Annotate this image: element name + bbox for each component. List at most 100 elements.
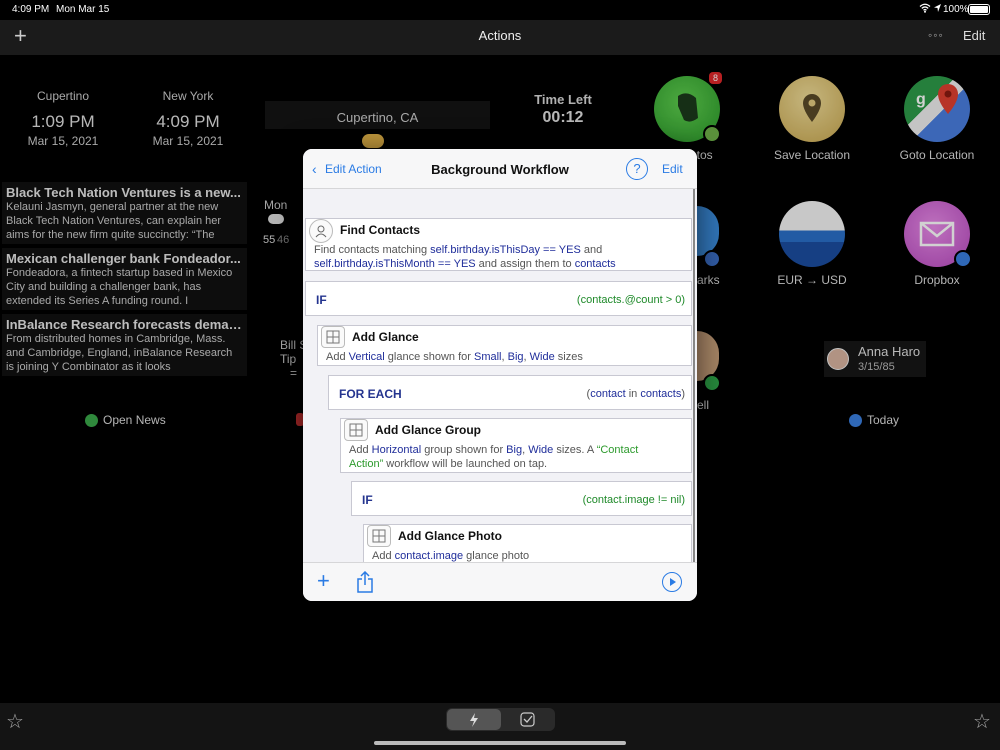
block-title: Add Glance Photo xyxy=(398,529,503,543)
battery-icon xyxy=(968,4,990,15)
sun-icon xyxy=(362,134,384,148)
app-label: ell xyxy=(697,398,710,412)
block-title: Add Glance xyxy=(352,330,419,344)
option-token[interactable]: Big xyxy=(508,351,524,363)
block-title: Find Contacts xyxy=(340,223,420,237)
variable-token: contact xyxy=(590,388,626,400)
contact-photo-icon[interactable] xyxy=(697,331,719,381)
home-indicator xyxy=(374,741,626,745)
dropbox-badge-icon xyxy=(954,250,972,268)
status-bar: 4:09 PM Mon Mar 15 100% xyxy=(0,0,1000,20)
contact-widget[interactable]: Anna Haro 3/15/85 xyxy=(824,341,926,377)
tasks-segment[interactable] xyxy=(501,709,555,730)
if-condition[interactable]: (contacts.@count > 0) xyxy=(577,294,685,306)
news-headline: InBalance Research forecasts deman... xyxy=(6,317,243,332)
currency-converter-icon[interactable] xyxy=(779,201,845,267)
segmented-control xyxy=(446,708,555,731)
option-token[interactable]: Wide xyxy=(530,351,555,363)
help-icon[interactable]: ? xyxy=(626,158,648,180)
variable-token: contacts xyxy=(640,388,682,400)
for-each-keyword: FOR EACH xyxy=(339,387,402,401)
contact-name: Anna Haro xyxy=(858,344,921,359)
clock-time: 4:09 PM xyxy=(156,112,220,131)
if-keyword: IF xyxy=(362,493,373,507)
desc-text: workflow will be launched on tap. xyxy=(383,458,548,470)
variable-token[interactable]: contacts xyxy=(575,258,616,270)
glance-group-icon xyxy=(344,419,368,441)
page-title: Actions xyxy=(478,28,522,43)
string-token[interactable]: “Contact xyxy=(597,444,639,456)
desc-text: Find contacts matching xyxy=(314,244,431,256)
save-location-icon[interactable] xyxy=(779,76,845,142)
option-token[interactable]: Vertical xyxy=(349,351,385,363)
edit-button[interactable]: Edit xyxy=(963,28,985,43)
contact-date: 3/15/85 xyxy=(858,361,895,373)
glance-grid-icon xyxy=(321,326,345,348)
today-button[interactable]: Today xyxy=(849,413,899,427)
google-maps-icon[interactable]: g xyxy=(904,76,970,142)
add-action-icon[interactable]: + xyxy=(317,570,330,592)
if-block[interactable]: IF (contacts.@count > 0) xyxy=(305,281,692,316)
clock-widget-newyork[interactable]: New York 4:09 PM Mar 15, 2021 xyxy=(133,89,243,148)
open-news-button[interactable]: Open News xyxy=(85,413,166,427)
for-each-block[interactable]: FOR EACH (contact in contacts) xyxy=(328,375,692,410)
app-label: EUR → USD xyxy=(777,273,847,287)
news-item[interactable]: Mexican challenger bank Fondeador... Fon… xyxy=(2,248,247,310)
if-keyword: IF xyxy=(316,293,327,307)
desc-text: sizes xyxy=(554,351,583,363)
if-block[interactable]: IF (contact.image != nil) xyxy=(351,481,692,516)
option-token[interactable]: Horizontal xyxy=(372,444,422,456)
svg-text:g: g xyxy=(916,91,926,108)
workflow-modal: ‹ Edit Action Background Workflow ? Edit… xyxy=(303,149,697,601)
wifi-icon xyxy=(919,3,931,16)
for-each-condition[interactable]: (contact in contacts) xyxy=(587,388,685,400)
browser-badge-icon xyxy=(703,250,721,268)
variable-token[interactable]: contact.image xyxy=(395,550,463,562)
predicate-token[interactable]: self.birthday.isThisMonth == YES xyxy=(314,258,476,270)
clock-date: Mar 15, 2021 xyxy=(27,134,99,148)
more-icon[interactable]: ◦◦◦ xyxy=(928,28,944,42)
today-label: Today xyxy=(867,413,900,427)
add-glance-photo-block[interactable]: Add Glance Photo Add contact.image glanc… xyxy=(363,524,692,562)
add-glance-block[interactable]: Add Glance Add Vertical glance shown for… xyxy=(317,325,692,366)
desc-text: Add xyxy=(372,550,395,562)
timer-widget[interactable]: Time Left 00:12 xyxy=(520,92,606,127)
block-description: Add Vertical glance shown for Small, Big… xyxy=(326,350,686,364)
open-news-label: Open News xyxy=(103,413,166,427)
play-icon[interactable] xyxy=(662,572,682,592)
weather-location: Cupertino, CA xyxy=(336,110,419,125)
star-icon[interactable]: ☆ xyxy=(6,709,24,734)
scrollbar[interactable] xyxy=(693,189,695,562)
modal-edit-button[interactable]: Edit xyxy=(662,162,683,176)
desc-text: sizes. A xyxy=(553,444,597,456)
star-icon[interactable]: ☆ xyxy=(973,709,991,734)
battery-percent: 100% xyxy=(943,4,969,15)
timer-value: 00:12 xyxy=(542,109,584,126)
news-body: Kelauni Jasmyn, general partner at the n… xyxy=(6,201,222,241)
modal-header: ‹ Edit Action Background Workflow ? Edit xyxy=(303,149,697,189)
desc-text: group shown for xyxy=(421,444,507,456)
string-token[interactable]: Action” xyxy=(349,458,383,470)
option-token[interactable]: Big xyxy=(506,444,522,456)
timer-label: Time Left xyxy=(534,92,592,107)
weather-low: 46 xyxy=(277,234,290,246)
clock-widget-cupertino[interactable]: Cupertino 1:09 PM Mar 15, 2021 xyxy=(8,89,118,148)
desc-text: and assign them to xyxy=(475,258,575,270)
option-token[interactable]: Wide xyxy=(528,444,553,456)
news-item[interactable]: Black Tech Nation Ventures is a new... K… xyxy=(2,182,247,244)
actions-segment[interactable] xyxy=(447,709,501,730)
add-glance-group-block[interactable]: Add Glance Group Add Horizontal group sh… xyxy=(340,418,692,473)
avatar xyxy=(827,348,849,370)
today-icon xyxy=(849,413,862,427)
nav-bar: + Actions ◦◦◦ Edit xyxy=(0,20,1000,55)
predicate-token[interactable]: self.birthday.isThisDay == YES xyxy=(430,244,581,256)
glance-photo-icon xyxy=(367,525,391,547)
option-token[interactable]: Small xyxy=(474,351,502,363)
if-condition[interactable]: (contact.image != nil) xyxy=(583,494,685,506)
share-icon[interactable] xyxy=(356,570,374,598)
weather-widget[interactable]: Cupertino, CA xyxy=(265,101,490,129)
news-item[interactable]: InBalance Research forecasts deman... Fr… xyxy=(2,314,247,376)
desc-text: in xyxy=(625,388,641,400)
find-contacts-block[interactable]: Find Contacts Find contacts matching sel… xyxy=(305,218,692,271)
bookmarks-icon[interactable] xyxy=(697,206,719,256)
